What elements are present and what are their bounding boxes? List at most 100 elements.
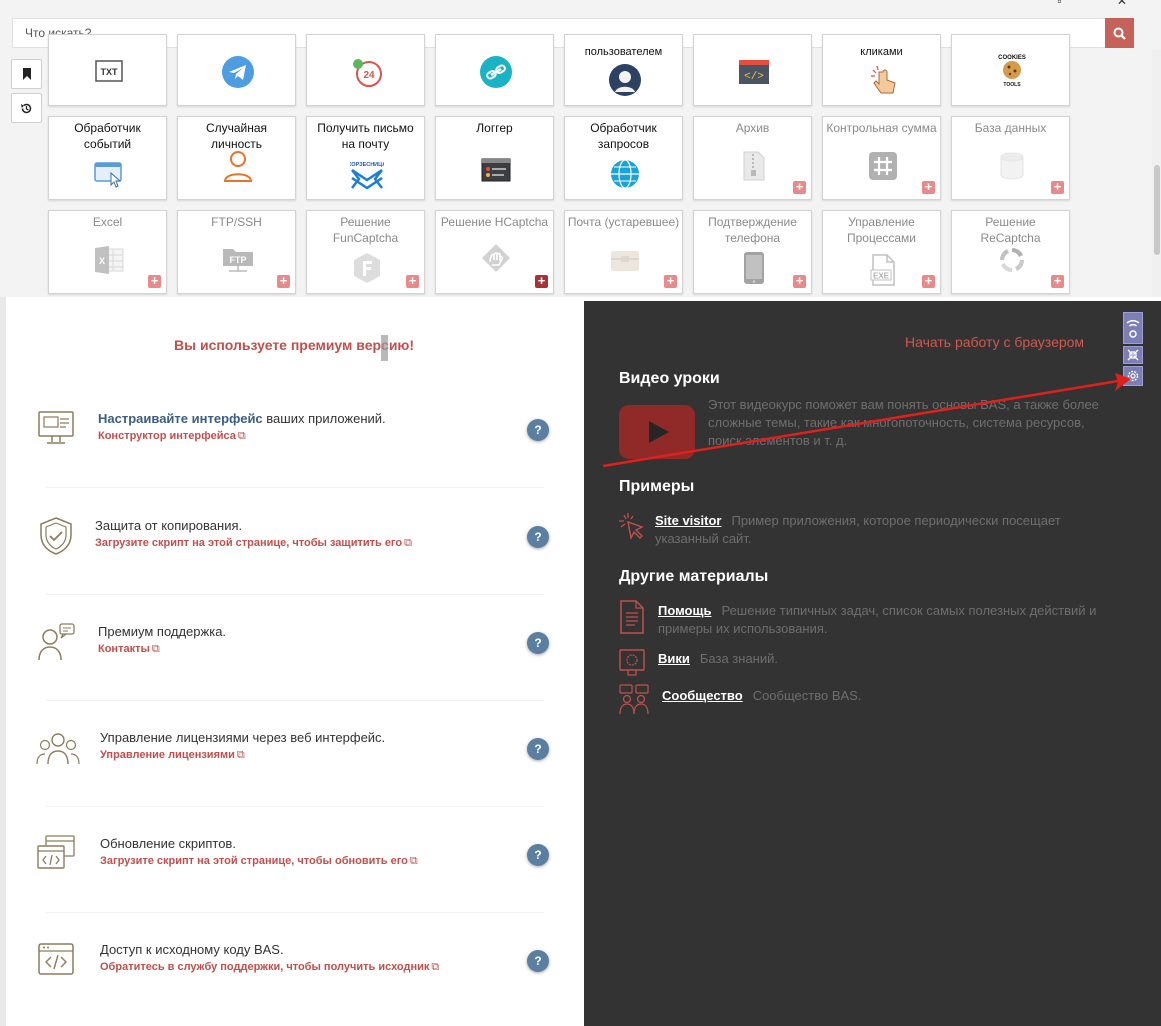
link-icon xyxy=(479,55,513,89)
settings-button[interactable] xyxy=(1123,366,1143,386)
tile-event-handler[interactable]: Обработчик событий xyxy=(48,116,167,200)
feature-interface: Настраивайте интерфейс ваших приложений.… xyxy=(6,409,584,515)
text-cursor xyxy=(381,335,388,361)
excel-icon: X xyxy=(92,243,126,277)
tile-24-hours[interactable]: 24 xyxy=(306,34,425,106)
help-button[interactable]: ? xyxy=(527,950,549,972)
help-button[interactable]: ? xyxy=(527,526,549,548)
contacts-link[interactable]: Контакты ⧉ xyxy=(98,643,160,656)
svg-text:EXE: EXE xyxy=(873,272,890,281)
tile-excel[interactable]: Excel X + xyxy=(48,210,167,294)
database-icon xyxy=(995,149,1029,183)
tile-txt[interactable]: TXT xyxy=(48,34,167,106)
external-link-icon: ⧉ xyxy=(151,643,160,655)
youtube-play-icon[interactable] xyxy=(619,405,695,464)
other-materials-heading: Другие материалы xyxy=(619,568,769,585)
add-plus-icon[interactable]: + xyxy=(922,180,935,194)
help-button[interactable]: ? xyxy=(527,419,549,441)
add-plus-icon[interactable]: + xyxy=(1051,274,1064,288)
tile-phone-verification[interactable]: Подтверждение телефона + xyxy=(693,210,812,294)
mailbox-icon xyxy=(608,243,642,277)
add-plus-icon[interactable]: + xyxy=(793,180,806,194)
hash-icon xyxy=(866,149,900,183)
tile-code-window[interactable]: </> xyxy=(693,34,812,106)
add-plus-icon[interactable]: + xyxy=(406,274,419,288)
feature-title: Обновление скриптов. xyxy=(100,836,236,851)
external-link-icon: ⧉ xyxy=(237,430,246,442)
collapse-button[interactable] xyxy=(1123,346,1143,364)
tile-hcaptcha[interactable]: Решение HCaptcha + xyxy=(435,210,554,294)
help-button[interactable]: ? xyxy=(527,738,549,760)
search-icon xyxy=(1113,27,1126,40)
user-avatar-icon xyxy=(608,63,642,97)
svg-text:TXT: TXT xyxy=(101,67,119,77)
license-management-link[interactable]: Управление лицензиями ⧉ xyxy=(100,749,245,762)
code-window-icon: </> xyxy=(737,55,771,89)
add-plus-icon[interactable]: + xyxy=(922,274,935,288)
tile-cookies-tools[interactable]: COOKIES TOOLS xyxy=(951,34,1070,106)
svg-text:TOOLS: TOOLS xyxy=(1003,82,1021,88)
svg-text:</>: </> xyxy=(744,71,764,83)
divider xyxy=(46,700,544,701)
tile-clicks[interactable]: кликами xyxy=(822,34,941,106)
tile-archive[interactable]: Архив + xyxy=(693,116,812,200)
site-visitor-link[interactable]: Site visitor xyxy=(655,513,721,528)
tile-funcaptcha[interactable]: Решение FunCaptcha + xyxy=(306,210,425,294)
external-link-icon: ⧉ xyxy=(236,749,245,761)
recaptcha-icon xyxy=(995,243,1029,277)
protect-script-link[interactable]: Загрузите скрипт на этой странице, чтобы… xyxy=(95,537,412,550)
window-controls[interactable]: ▫ ✕ xyxy=(1057,0,1153,8)
tile-logger[interactable]: Логгер xyxy=(435,116,554,200)
txt-icon: TXT xyxy=(92,54,126,88)
tile-link[interactable] xyxy=(435,34,554,106)
request-source-link[interactable]: Обратитесь в службу поддержки, чтобы пол… xyxy=(100,961,439,974)
connection-status-button[interactable] xyxy=(1123,312,1143,344)
tile-request-handler[interactable]: Обработчик запросов xyxy=(564,116,683,200)
source-code-window-icon xyxy=(36,940,76,980)
add-plus-icon[interactable]: + xyxy=(148,274,161,288)
wiki-link[interactable]: Вики xyxy=(658,651,690,666)
examples-heading: Примеры xyxy=(619,478,695,495)
help-button[interactable]: ? xyxy=(527,844,549,866)
tile-recaptcha[interactable]: Решение ReCaptcha + xyxy=(951,210,1070,294)
tile-process-management[interactable]: Управление Процессами EXE + xyxy=(822,210,941,294)
start-browser-link[interactable]: Начать работу с браузером xyxy=(905,334,1084,350)
add-plus-icon[interactable]: + xyxy=(535,274,548,288)
tile-checksum[interactable]: Контрольная сумма + xyxy=(822,116,941,200)
tile-telegram[interactable] xyxy=(177,34,296,106)
community-link[interactable]: Сообщество xyxy=(662,688,743,703)
feature-license-management: Управление лицензиями через веб интерфей… xyxy=(6,728,584,834)
add-plus-icon[interactable]: + xyxy=(664,274,677,288)
tile-random-person[interactable]: Случайная личность xyxy=(177,116,296,200)
update-script-link[interactable]: Загрузите скрипт на этой странице, чтобы… xyxy=(100,855,418,868)
help-button[interactable]: ? xyxy=(527,632,549,654)
tile-ftp-ssh[interactable]: FTP/SSH FTP + xyxy=(177,210,296,294)
external-link-icon: ⧉ xyxy=(409,855,418,867)
divider xyxy=(46,806,544,807)
tile-mail-legacy[interactable]: Почта (устаревшее) + xyxy=(564,210,683,294)
feature-title: Управление лицензиями через веб интерфей… xyxy=(100,730,386,745)
external-link-icon: ⧉ xyxy=(404,537,412,549)
feature-copy-protection: Защита от копирования. Загрузите скрипт … xyxy=(6,516,584,622)
search-input[interactable] xyxy=(12,18,1105,48)
search-button[interactable] xyxy=(1105,18,1134,48)
interface-constructor-link[interactable]: Конструктор интерфейса ⧉ xyxy=(98,430,246,443)
svg-text:COOKIES: COOKIES xyxy=(998,55,1026,61)
scrollbar-thumb[interactable] xyxy=(1154,165,1160,255)
feature-title: ваших приложений. xyxy=(262,411,386,426)
svg-text:X: X xyxy=(99,256,105,266)
divider xyxy=(46,594,544,595)
add-plus-icon[interactable]: + xyxy=(1051,180,1064,194)
phone-icon xyxy=(737,251,771,285)
bookmark-button[interactable] xyxy=(11,59,42,89)
external-link-icon: ⧉ xyxy=(431,961,440,973)
tile-database[interactable]: База данных + xyxy=(951,116,1070,200)
add-plus-icon[interactable]: + xyxy=(277,274,290,288)
history-button[interactable] xyxy=(11,93,42,123)
tile-user-data[interactable]: пользователем xyxy=(564,34,683,106)
add-plus-icon[interactable]: + xyxy=(793,274,806,288)
help-link[interactable]: Помощь xyxy=(658,603,711,618)
tile-receive-mail[interactable]: Получить письмо на почту КОРЗЕСНИЦА xyxy=(306,116,425,200)
person-icon xyxy=(221,149,255,183)
mail-logo-icon: КОРЗЕСНИЦА xyxy=(350,159,384,193)
